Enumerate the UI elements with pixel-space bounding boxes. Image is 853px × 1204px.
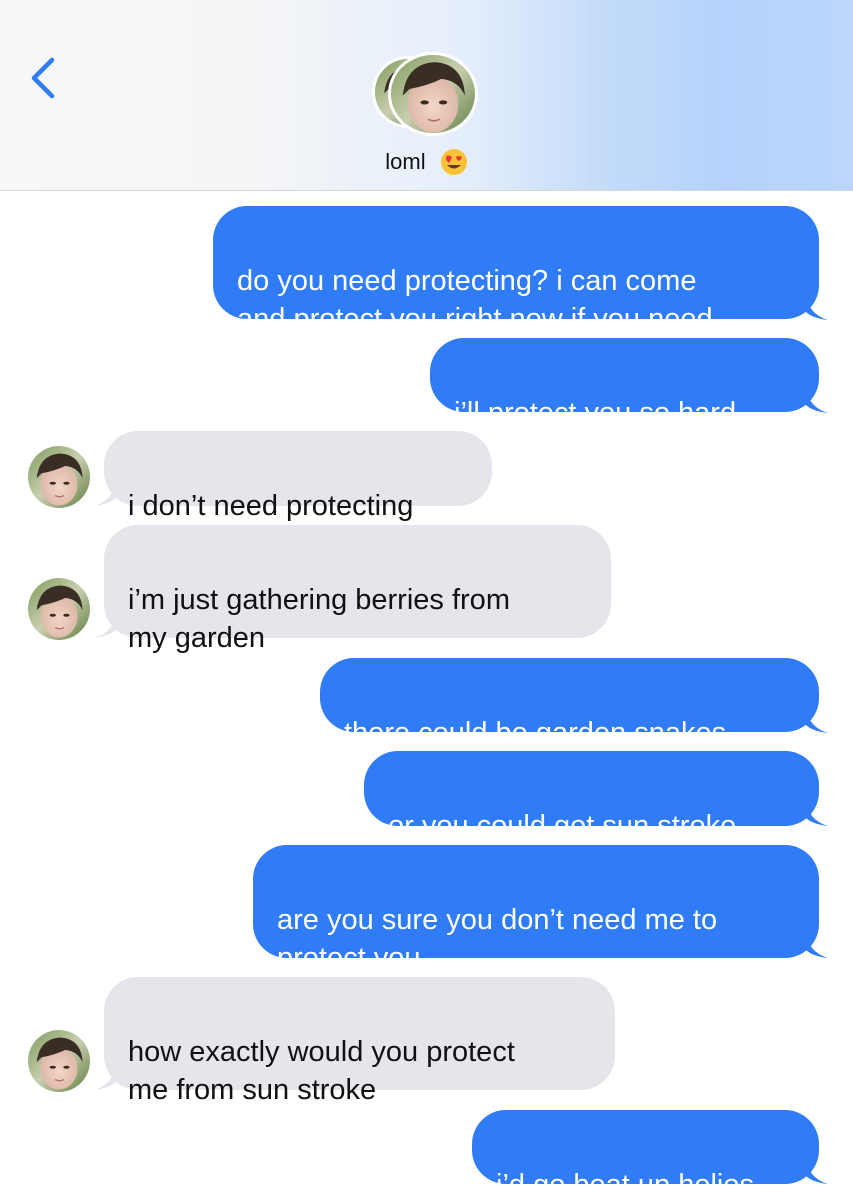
bubble-tail [806, 387, 828, 413]
bubble-tail [806, 707, 828, 733]
sender-avatar[interactable] [28, 578, 90, 640]
sent-message-bubble[interactable]: are you sure you don’t need me to protec… [253, 845, 819, 974]
received-message-bubble[interactable]: i don’t need protecting [104, 431, 492, 522]
sender-avatar[interactable] [28, 1030, 90, 1092]
sent-message-bubble[interactable]: i’d go beat up helios [472, 1110, 819, 1201]
sent-message-bubble[interactable]: there could be garden snakes [320, 658, 819, 749]
bubble-tail [806, 294, 828, 320]
message-text: are you sure you don’t need me to protec… [277, 904, 718, 974]
bubble-tail [806, 932, 828, 958]
message-text: or you could get sun stroke [388, 810, 737, 842]
message-thread[interactable]: do you need protecting? i can come and p… [0, 0, 853, 1201]
message-text: how exactly would you protect me from su… [128, 1036, 515, 1106]
bubble-tail [806, 800, 828, 826]
sent-message-bubble[interactable]: i’ll protect you so hard [430, 338, 819, 429]
message-text: i’d go beat up helios [496, 1169, 754, 1201]
bubble-tail [806, 1158, 828, 1184]
sent-message-bubble[interactable]: or you could get sun stroke [364, 751, 819, 842]
message-text: i’ll protect you so hard [454, 397, 737, 429]
message-text: i’m just gathering berries from my garde… [128, 584, 510, 654]
message-text: there could be garden snakes [344, 717, 727, 749]
received-message-bubble[interactable]: i’m just gathering berries from my garde… [104, 525, 611, 654]
sent-message-bubble[interactable]: do you need protecting? i can come and p… [213, 206, 819, 335]
message-text: i don’t need protecting [128, 490, 414, 522]
sender-avatar[interactable] [28, 446, 90, 508]
message-text: do you need protecting? i can come and p… [237, 265, 713, 335]
received-message-bubble[interactable]: how exactly would you protect me from su… [104, 977, 615, 1106]
